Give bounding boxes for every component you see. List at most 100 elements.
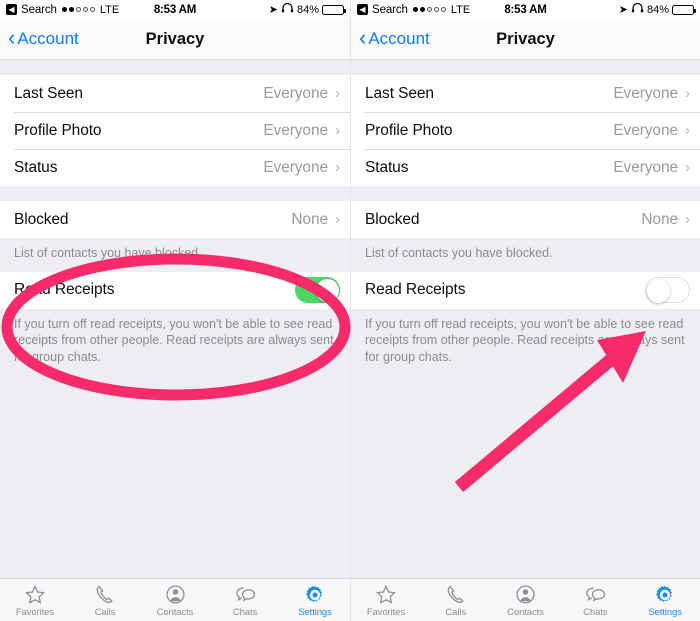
tab-calls[interactable]: Calls [421, 579, 491, 621]
tab-label: Calls [445, 607, 466, 618]
chevron-right-icon: › [685, 85, 690, 102]
chevron-right-icon: › [335, 85, 340, 102]
back-button-account[interactable]: ‹ Account [8, 25, 79, 50]
row-label: Blocked [365, 210, 420, 228]
section-gap [351, 60, 700, 75]
content-filler [0, 378, 350, 578]
row-read-receipts[interactable]: Read Receipts [351, 271, 700, 309]
battery-icon [322, 4, 346, 15]
star-icon [24, 584, 46, 605]
tab-label: Settings [648, 607, 682, 618]
row-value: None [641, 210, 678, 228]
row-label: Blocked [14, 210, 69, 228]
tab-label: Chats [583, 607, 608, 618]
chevron-right-icon: › [685, 211, 690, 228]
footnote-blocked: List of contacts you have blocked. [0, 238, 350, 272]
row-profile-photo[interactable]: Profile Photo Everyone › [0, 112, 350, 149]
section-blocked: Blocked None › [0, 201, 350, 238]
row-value: Everyone [613, 84, 678, 102]
tab-favorites[interactable]: Favorites [0, 579, 70, 621]
chevron-left-icon: ‹ [359, 25, 367, 50]
chevron-left-icon: ‹ [8, 25, 16, 50]
back-button-label: Account [17, 29, 79, 48]
speech-bubbles-icon [234, 584, 256, 605]
row-blocked[interactable]: Blocked None › [351, 201, 700, 238]
gear-icon [654, 584, 676, 605]
tab-label: Contacts [507, 607, 544, 618]
row-label: Read Receipts [365, 281, 466, 298]
toggle-knob [646, 279, 670, 303]
tab-label: Favorites [366, 607, 405, 618]
row-label: Last Seen [365, 84, 434, 102]
row-value: Everyone [613, 158, 678, 176]
person-circle-icon [514, 584, 536, 605]
tab-bar: Favorites Calls Contacts Chats Settings [0, 578, 350, 621]
read-receipts-toggle[interactable] [295, 277, 340, 303]
section-gap [351, 186, 700, 201]
row-value: Everyone [263, 121, 328, 139]
row-last-seen[interactable]: Last Seen Everyone › [0, 75, 350, 112]
speech-bubbles-icon [584, 584, 606, 605]
tab-label: Contacts [156, 607, 194, 618]
location-arrow-icon: ➤ [268, 4, 278, 16]
row-read-receipts[interactable]: Read Receipts [0, 271, 350, 309]
tab-chats[interactable]: Chats [210, 579, 280, 621]
phone-icon [94, 584, 116, 605]
section-read-receipts: Read Receipts [0, 271, 350, 309]
gear-icon [304, 584, 326, 605]
row-status[interactable]: Status Everyone › [351, 149, 700, 186]
tab-label: Settings [298, 607, 332, 618]
person-circle-icon [164, 584, 186, 605]
chevron-right-icon: › [335, 211, 340, 228]
section-blocked: Blocked None › [351, 201, 700, 238]
row-value: Everyone [613, 121, 678, 139]
clock: 8:53 AM [504, 3, 547, 16]
section-gap [0, 60, 350, 75]
row-label: Status [365, 158, 409, 176]
footnote-read-receipts: If you turn off read receipts, you won't… [351, 308, 700, 378]
navigation-bar: ‹ Account Privacy [351, 19, 700, 60]
row-value: Everyone [263, 84, 328, 102]
back-button-account[interactable]: ‹ Account [359, 25, 430, 50]
tab-chats[interactable]: Chats [560, 579, 630, 621]
row-label: Read Receipts [14, 281, 115, 298]
row-label: Status [14, 158, 58, 176]
tab-settings[interactable]: Settings [280, 579, 350, 621]
read-receipts-toggle[interactable] [645, 277, 690, 303]
row-blocked[interactable]: Blocked None › [0, 201, 350, 238]
tab-calls[interactable]: Calls [70, 579, 140, 621]
navigation-bar: ‹ Account Privacy [0, 19, 350, 60]
section-visibility: Last Seen Everyone › Profile Photo Every… [351, 75, 700, 186]
row-profile-photo[interactable]: Profile Photo Everyone › [351, 112, 700, 149]
section-gap [0, 186, 350, 201]
star-icon [375, 584, 397, 605]
chevron-right-icon: › [685, 159, 690, 176]
row-last-seen[interactable]: Last Seen Everyone › [351, 75, 700, 112]
clock: 8:53 AM [153, 3, 197, 16]
row-label: Last Seen [14, 84, 83, 102]
tab-contacts[interactable]: Contacts [491, 579, 561, 621]
chevron-right-icon: › [335, 159, 340, 176]
tab-settings[interactable]: Settings [630, 579, 700, 621]
screenshot-root: ◀ Search LTE 8:53 AM ➤ 84% ‹ Account Pri… [0, 0, 700, 621]
phone-panel-after: ◀ Search LTE 8:53 AM ➤ 84% ‹ Account Pri… [350, 0, 700, 621]
row-label: Profile Photo [14, 121, 102, 139]
toggle-knob [315, 278, 339, 302]
footnote-read-receipts: If you turn off read receipts, you won't… [0, 308, 350, 378]
location-arrow-icon: ➤ [618, 4, 628, 16]
back-button-label: Account [368, 29, 430, 48]
content-filler [351, 378, 700, 578]
status-bar: ◀ Search LTE 8:53 AM ➤ 84% [0, 0, 350, 19]
phone-panel-before: ◀ Search LTE 8:53 AM ➤ 84% ‹ Account Pri… [0, 0, 350, 621]
tab-contacts[interactable]: Contacts [140, 579, 210, 621]
row-value: None [291, 210, 328, 228]
chevron-right-icon: › [685, 122, 690, 139]
row-status[interactable]: Status Everyone › [0, 149, 350, 186]
tab-bar: Favorites Calls Contacts Chats Settings [351, 578, 700, 621]
tab-favorites[interactable]: Favorites [351, 579, 421, 621]
row-value: Everyone [263, 158, 328, 176]
section-read-receipts: Read Receipts [351, 271, 700, 309]
status-bar: ◀ Search LTE 8:53 AM ➤ 84% [351, 0, 700, 19]
row-label: Profile Photo [365, 121, 453, 139]
battery-icon [672, 4, 696, 15]
